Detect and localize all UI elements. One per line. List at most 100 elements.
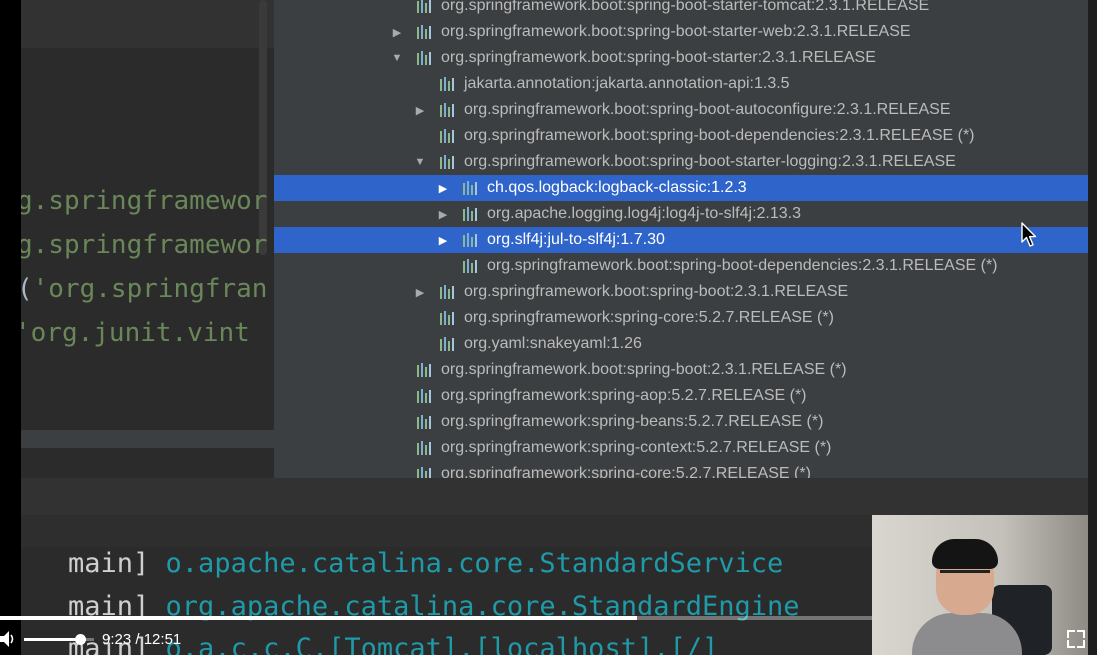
dependency-label: org.springframework.boot:spring-boot-sta… <box>464 153 956 170</box>
console-header-band <box>21 515 872 547</box>
speaker-icon[interactable] <box>0 630 14 648</box>
library-icon <box>463 233 480 247</box>
code-line: 'org.junit.vint <box>21 318 250 348</box>
dependency-label: org.springframework.boot:spring-boot-dep… <box>487 257 998 274</box>
dependency-label: org.springframework.boot:spring-boot:2.3… <box>464 283 849 300</box>
dependency-label: org.springframework:spring-aop:5.2.7.REL… <box>441 387 807 404</box>
dependency-row[interactable]: org.yaml:snakeyaml:1.26 <box>274 331 1088 357</box>
dependency-row[interactable]: org.springframework:spring-context:5.2.7… <box>274 435 1088 461</box>
dependency-label: org.springframework:spring-beans:5.2.7.R… <box>441 413 824 430</box>
library-icon <box>440 285 457 299</box>
dependency-row[interactable]: ▶ org.apache.logging.log4j:log4j-to-slf4j… <box>274 201 1088 227</box>
code-line-text: 'org.springfran <box>32 274 268 304</box>
volume-slider[interactable] <box>24 634 94 645</box>
expand-arrow-right-icon[interactable]: ▶ <box>436 234 450 247</box>
progress-bar-fill <box>0 616 637 620</box>
code-line-prefix: ( <box>21 274 33 304</box>
log-logger-name: o.apache.catalina.core.StandardService <box>165 548 784 579</box>
code-line: ('org.springfran <box>21 274 267 304</box>
current-time: 9:23 <box>102 631 132 648</box>
dependency-label: org.slf4j:jul-to-slf4j:1.7.30 <box>487 231 665 248</box>
dependency-row[interactable]: org.springframework.boot:spring-boot-dep… <box>274 123 1088 149</box>
dependency-row[interactable]: ▶ org.springframework.boot:spring-boot-au… <box>274 97 1088 123</box>
library-icon <box>440 311 457 325</box>
code-editor[interactable]: g.springframewor g.springframewor ('org.sp… <box>21 0 274 478</box>
expand-arrow-down-icon[interactable]: ▼ <box>413 156 427 168</box>
progress-bar[interactable] <box>0 616 872 620</box>
library-icon <box>440 77 457 91</box>
dependency-row[interactable]: ▼ org.springframework.boot:spring-boot-st… <box>274 149 1088 175</box>
dependency-label: org.yaml:snakeyaml:1.26 <box>464 335 642 352</box>
dependency-row[interactable]: ▶ org.springframework.boot:spring-boot:2.… <box>274 279 1088 305</box>
log-thread: main] <box>68 548 150 579</box>
editor-header-band <box>21 0 274 48</box>
expand-arrow-right-icon[interactable]: ▶ <box>390 26 404 39</box>
expand-arrow-right-icon[interactable]: ▶ <box>436 208 450 221</box>
dependency-label: org.springframework.boot:spring-boot:2.3… <box>441 361 847 378</box>
dependency-label: org.springframework.boot:spring-boot-sta… <box>441 23 911 40</box>
editor-horizontal-scrollbar[interactable] <box>21 430 274 448</box>
library-icon <box>417 389 434 403</box>
console-log-line: main] o.apache.catalina.core.StandardSer… <box>68 548 783 579</box>
expand-arrow-right-icon[interactable]: ▶ <box>436 182 450 195</box>
dependency-row[interactable]: org.springframework:spring-core:5.2.7.RE… <box>274 461 1088 478</box>
left-letterbox <box>0 0 21 655</box>
volume-slider-handle[interactable] <box>75 634 86 645</box>
dependency-label: org.springframework:spring-core:5.2.7.RE… <box>441 465 811 478</box>
library-icon <box>440 103 457 117</box>
code-line: g.springframewor <box>21 186 267 216</box>
dependency-row[interactable]: ▼ org.springframework.boot:spring-boot-st… <box>274 45 1088 71</box>
right-letterbox <box>1088 0 1097 655</box>
webcam-overlay <box>872 515 1088 655</box>
tool-window-divider <box>21 478 1088 515</box>
library-icon <box>417 467 434 478</box>
time-separator: / <box>135 631 140 648</box>
gradle-dependency-tree[interactable]: org.springframework.boot:spring-boot-sta… <box>274 0 1088 478</box>
library-icon <box>417 25 434 39</box>
fullscreen-icon[interactable] <box>1067 630 1085 648</box>
dependency-row[interactable]: org.springframework:spring-beans:5.2.7.R… <box>274 409 1088 435</box>
library-icon <box>440 155 457 169</box>
library-icon <box>463 207 480 221</box>
expand-arrow-down-icon[interactable]: ▼ <box>390 52 404 64</box>
library-icon <box>417 0 434 13</box>
duration: 12:51 <box>143 631 182 648</box>
code-line-text: g.springframewor <box>21 230 268 260</box>
dependency-label: org.springframework:spring-context:5.2.7… <box>441 439 832 456</box>
library-icon <box>417 363 434 377</box>
code-line-text: g.springframewor <box>21 186 268 216</box>
editor-scrollbar[interactable] <box>259 0 267 255</box>
dependency-label: org.springframework.boot:spring-boot-aut… <box>464 101 951 118</box>
expand-arrow-right-icon[interactable]: ▶ <box>413 286 427 299</box>
library-icon <box>440 337 457 351</box>
dependency-row[interactable]: ▶ org.slf4j:jul-to-slf4j:1.7.30 <box>274 227 1088 253</box>
dependency-row[interactable]: org.springframework:spring-aop:5.2.7.REL… <box>274 383 1088 409</box>
library-icon <box>417 441 434 455</box>
library-icon <box>463 259 480 273</box>
code-line: g.springframewor <box>21 230 267 260</box>
dependency-label: org.springframework.boot:spring-boot-sta… <box>441 0 930 14</box>
video-player-controls: 9:23 / 12:51 <box>0 616 872 655</box>
mouse-cursor-icon <box>1021 222 1037 247</box>
library-icon <box>463 181 480 195</box>
code-line-text: 'org.junit.vint <box>21 318 250 348</box>
dependency-label: org.springframework:spring-core:5.2.7.RE… <box>464 309 834 326</box>
playback-time: 9:23 / 12:51 <box>102 631 181 648</box>
dependency-row[interactable]: ▶ ch.qos.logback:logback-classic:1.2.3 <box>274 175 1088 201</box>
dependency-label: ch.qos.logback:logback-classic:1.2.3 <box>487 179 747 196</box>
dependency-row[interactable]: jakarta.annotation:jakarta.annotation-ap… <box>274 71 1088 97</box>
dependency-row[interactable]: org.springframework.boot:spring-boot:2.3… <box>274 357 1088 383</box>
expand-arrow-right-icon[interactable]: ▶ <box>413 104 427 117</box>
dependency-row[interactable]: ▶ org.springframework.boot:spring-boot-st… <box>274 19 1088 45</box>
dependency-label: jakarta.annotation:jakarta.annotation-ap… <box>464 75 790 92</box>
dependency-label: org.springframework.boot:spring-boot-dep… <box>464 127 975 144</box>
dependency-label: org.apache.logging.log4j:log4j-to-slf4j:… <box>487 205 801 222</box>
dependency-label: org.springframework.boot:spring-boot-sta… <box>441 49 876 66</box>
dependency-row[interactable]: org.springframework.boot:spring-boot-sta… <box>274 0 1088 19</box>
library-icon <box>440 129 457 143</box>
dependency-row[interactable]: org.springframework.boot:spring-boot-dep… <box>274 253 1088 279</box>
dependency-row[interactable]: org.springframework:spring-core:5.2.7.RE… <box>274 305 1088 331</box>
library-icon <box>417 51 434 65</box>
library-icon <box>417 415 434 429</box>
volume-slider-fill <box>24 638 80 641</box>
